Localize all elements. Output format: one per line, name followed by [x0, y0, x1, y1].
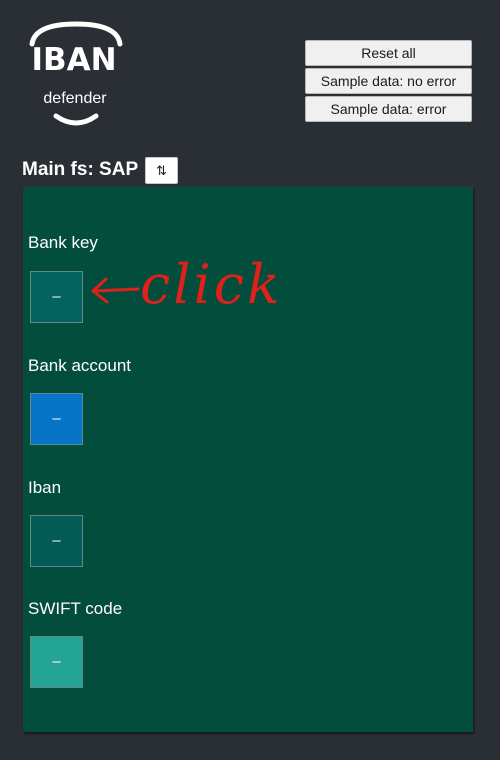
- swap-arrows-icon: ⇅: [156, 162, 168, 178]
- bank-account-box[interactable]: –: [30, 393, 83, 445]
- section-header: Main fs: SAP ⇅: [22, 156, 179, 184]
- logo-title: IBAN: [31, 42, 117, 78]
- field-label-iban: Iban: [28, 478, 62, 497]
- iban-box[interactable]: –: [30, 515, 83, 567]
- field-label-bank-account: Bank account: [28, 356, 132, 375]
- field-label-bank-key: Bank key: [28, 233, 98, 252]
- iban-defender-logo: IBAN defender: [26, 20, 126, 130]
- sample-data-error-button[interactable]: Sample data: error: [305, 96, 472, 122]
- reset-all-button[interactable]: Reset all: [305, 40, 472, 66]
- actions-group: Reset all Sample data: no error Sample d…: [305, 40, 472, 124]
- swift-code-box[interactable]: –: [30, 636, 83, 688]
- click-annotation: click: [88, 255, 303, 325]
- sample-data-no-error-button[interactable]: Sample data: no error: [305, 68, 472, 94]
- swap-button[interactable]: ⇅: [145, 156, 179, 184]
- logo-subtitle: defender: [43, 90, 107, 107]
- arrow-left-icon: [91, 277, 140, 304]
- field-label-swift-code: SWIFT code: [28, 599, 123, 618]
- app-page: IBAN defender Reset all Sample data: no …: [0, 0, 500, 760]
- annotation-text: click: [140, 253, 283, 316]
- bank-key-box[interactable]: –: [30, 271, 83, 323]
- section-title: Main fs: SAP: [22, 159, 139, 180]
